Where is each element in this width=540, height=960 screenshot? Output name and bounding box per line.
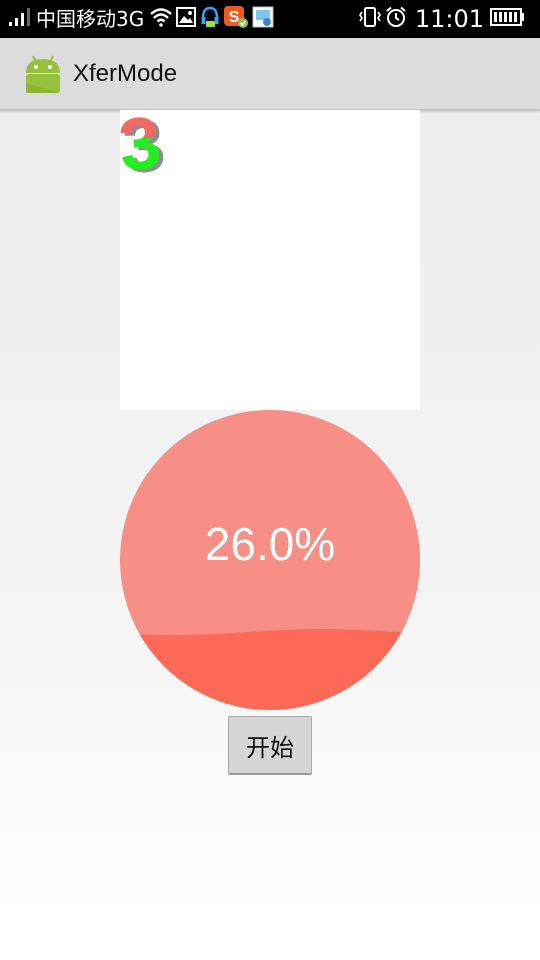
wifi-icon <box>150 7 173 31</box>
status-bar-left: 中国移动3G S <box>8 0 278 38</box>
svg-text:S: S <box>229 9 240 26</box>
canvas-digit-art: 3 3 3 <box>120 110 169 190</box>
start-button[interactable]: 开始 <box>228 716 312 775</box>
xfermode-canvas: 3 3 3 <box>120 110 420 410</box>
android-robot-icon[interactable] <box>22 53 64 95</box>
progress-wave-fill <box>120 629 420 710</box>
wave-progress-circle: 26.0% <box>120 410 420 710</box>
battery-icon <box>490 7 526 31</box>
progress-percent-label: 26.0% <box>204 518 336 570</box>
screenshot-icon <box>252 6 274 32</box>
signal-icon <box>8 7 32 31</box>
clock-time: 11:01 <box>414 5 484 33</box>
vibrate-icon <box>358 6 381 32</box>
carrier-label: 中国移动3G <box>36 7 145 31</box>
alarm-icon <box>385 6 407 32</box>
status-bar: 中国移动3G S 11:01 <box>0 0 540 38</box>
app-title: XferMode <box>73 60 178 87</box>
action-bar: XferMode <box>0 38 540 111</box>
status-bar-right: 11:01 <box>358 0 530 38</box>
headset-icon <box>200 6 220 32</box>
sogou-input-icon: S <box>224 6 249 32</box>
gallery-icon <box>176 7 197 31</box>
